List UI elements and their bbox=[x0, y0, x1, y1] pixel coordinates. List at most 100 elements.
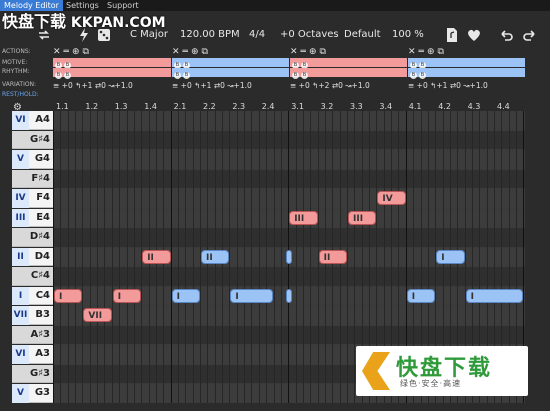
segment-variation[interactable]: ≡ +0 ↰+2 ⇄0 ↝+1.0 bbox=[290, 80, 407, 91]
rhythm-row[interactable]: BB bbox=[290, 68, 407, 79]
scale-degree: V bbox=[12, 150, 29, 169]
lane-labels: ACTIONS: MOTIVE: RHYTHM: VARIATION: REST… bbox=[0, 47, 53, 102]
grid-line bbox=[229, 111, 231, 403]
scale-degree: VI bbox=[12, 111, 29, 130]
segment-2[interactable]: ✕ ═ ⊕ ⧉ BB BB ≡ +0 ↰+1 ⇄0 ↝+1.0 bbox=[172, 47, 289, 102]
grid-line bbox=[104, 111, 106, 403]
grid-line bbox=[266, 111, 268, 403]
redo-icon[interactable] bbox=[522, 27, 538, 43]
note-block[interactable]: III bbox=[289, 210, 318, 225]
music-file-icon[interactable] bbox=[444, 27, 460, 43]
grid-line bbox=[273, 111, 275, 403]
menu-bar: Melody Editor Settings Support bbox=[0, 0, 550, 11]
note-block[interactable] bbox=[286, 249, 293, 264]
scale-degree: VI bbox=[12, 345, 29, 364]
grid-line bbox=[126, 111, 128, 403]
tempo-field[interactable]: 120.00 BPM bbox=[180, 27, 240, 43]
octave-selector[interactable]: +0 Octaves bbox=[280, 27, 339, 43]
lane-label-actions: ACTIONS: bbox=[2, 48, 31, 55]
tab-support[interactable]: Support bbox=[103, 0, 143, 11]
segment-variation[interactable]: ≡ +0 ↰+1 ⇄0 ↝+1.0 bbox=[408, 80, 525, 91]
grid-line bbox=[236, 111, 238, 403]
tab-settings[interactable]: Settings bbox=[62, 0, 103, 11]
preset-selector[interactable]: Default bbox=[344, 27, 381, 43]
right-gutter bbox=[525, 111, 550, 403]
segment-variation[interactable]: ≡ +0 ↰+1 ⇄0 ↝+1.0 bbox=[53, 80, 171, 91]
grid-line bbox=[75, 111, 77, 403]
zoom-level[interactable]: 100 % bbox=[392, 27, 424, 43]
grid-line bbox=[295, 111, 297, 403]
grid-line bbox=[244, 111, 246, 403]
rhythm-row[interactable]: BB bbox=[408, 68, 525, 79]
segment-actions[interactable]: ✕ ═ ⊕ ⧉ bbox=[172, 47, 289, 58]
grid-line bbox=[97, 111, 99, 403]
segment-variation[interactable]: ≡ +0 ↰+1 ⇄0 ↝+1.0 bbox=[172, 80, 289, 91]
scale-degree: II bbox=[12, 247, 29, 266]
motive-row[interactable]: BB bbox=[290, 58, 407, 69]
piano-key[interactable]: D♯4 bbox=[12, 228, 53, 247]
note-block[interactable]: II bbox=[201, 249, 230, 264]
grid-line bbox=[177, 111, 179, 403]
scale-degree: VII bbox=[12, 306, 29, 325]
heart-icon[interactable] bbox=[466, 27, 482, 43]
grid-line bbox=[60, 111, 62, 403]
motive-row[interactable]: BB bbox=[172, 58, 289, 69]
segment-1[interactable]: ✕ ═ ⊕ ⧉ BB BB ≡ +0 ↰+1 ⇄0 ↝+1.0 bbox=[53, 47, 171, 102]
segment-actions[interactable]: ✕ ═ ⊕ ⧉ bbox=[290, 47, 407, 58]
watermark-subtitle: 绿色·安全·高速 bbox=[400, 379, 462, 388]
grid-line bbox=[192, 111, 194, 403]
grid-line bbox=[185, 111, 187, 403]
piano-key[interactable]: G♯3 bbox=[12, 364, 53, 383]
note-block[interactable]: II bbox=[142, 249, 171, 264]
grid-line bbox=[280, 111, 282, 403]
motive-row[interactable]: BB bbox=[408, 58, 525, 69]
watermark-bottom: 快盘下载 绿色·安全·高速 bbox=[356, 346, 528, 396]
lane-label-variation: VARIATION: bbox=[2, 81, 37, 88]
lane-label-rest-hold: REST/HOLD: bbox=[2, 91, 39, 98]
note-block[interactable]: III bbox=[348, 210, 377, 225]
note-block[interactable]: I bbox=[171, 288, 200, 303]
segment-3[interactable]: ✕ ═ ⊕ ⧉ BB BB ≡ +0 ↰+2 ⇄0 ↝+1.0 bbox=[290, 47, 407, 102]
piano-key[interactable]: C♯4 bbox=[12, 267, 53, 286]
piano-key[interactable]: F♯4 bbox=[12, 169, 53, 188]
motive-row[interactable]: BB bbox=[53, 58, 171, 69]
grid-line bbox=[251, 111, 253, 403]
time-signature[interactable]: 4/4 bbox=[249, 27, 265, 43]
note-block[interactable]: VII bbox=[83, 308, 112, 322]
watermark-top-domain: KKPAN.COM bbox=[70, 15, 166, 31]
note-block[interactable]: I bbox=[54, 288, 83, 303]
grid-line bbox=[302, 111, 304, 403]
lane-label-rhythm: RHYTHM: bbox=[2, 68, 30, 75]
note-block[interactable]: I bbox=[465, 288, 524, 303]
note-block[interactable] bbox=[286, 288, 293, 303]
grid-line bbox=[170, 111, 172, 403]
watermark-logo-icon bbox=[362, 352, 390, 390]
segment-actions[interactable]: ✕ ═ ⊕ ⧉ bbox=[408, 47, 525, 58]
grid-line bbox=[310, 111, 312, 403]
note-block[interactable]: IV bbox=[377, 191, 406, 205]
scale-degree: III bbox=[12, 208, 29, 227]
grid-line bbox=[89, 111, 91, 403]
grid-line bbox=[111, 111, 113, 403]
piano-keys: A4 VI G♯4 G4 V F♯4 F4 IV E4 III D♯4 D4 II C♯4 C4 I B3 VII… bbox=[12, 111, 53, 403]
piano-key[interactable]: G♯4 bbox=[12, 130, 53, 149]
grid-line bbox=[53, 111, 54, 403]
piano-key[interactable]: A♯3 bbox=[12, 325, 53, 344]
segment-4[interactable]: ✕ ═ ⊕ ⧉ BB BB ≡ +0 ↰+1 ⇄0 ↝+1.0 bbox=[408, 47, 525, 102]
rhythm-row[interactable]: BB bbox=[172, 68, 289, 79]
segment-actions[interactable]: ✕ ═ ⊕ ⧉ bbox=[53, 47, 171, 58]
note-block[interactable]: I bbox=[230, 288, 274, 303]
rhythm-row[interactable]: BB bbox=[53, 68, 171, 79]
scale-degree: I bbox=[12, 286, 29, 305]
note-block[interactable]: II bbox=[318, 249, 347, 264]
grid-line bbox=[67, 111, 69, 403]
grid-line bbox=[119, 111, 121, 403]
tab-melody-editor[interactable]: Melody Editor bbox=[0, 0, 63, 11]
note-block[interactable]: I bbox=[436, 249, 465, 264]
grid-line bbox=[258, 111, 260, 403]
scale-degree: V bbox=[12, 384, 29, 403]
watermark-top: 快盘下载 KKPAN.COM bbox=[2, 12, 166, 32]
note-block[interactable]: I bbox=[406, 288, 436, 303]
undo-icon[interactable] bbox=[498, 27, 514, 43]
note-block[interactable]: I bbox=[112, 288, 142, 303]
